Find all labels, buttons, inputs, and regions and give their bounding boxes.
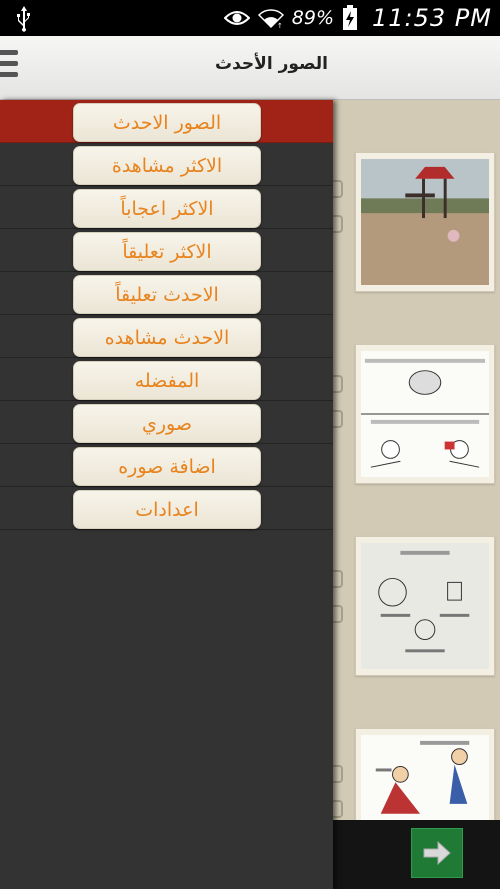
clock: 11:53 PM bbox=[372, 4, 492, 32]
comment-icon[interactable] bbox=[333, 800, 343, 818]
share-icon[interactable] bbox=[333, 180, 343, 198]
wifi-icon: ↑↓ bbox=[257, 9, 284, 29]
menu-item-favorites[interactable]: المفضله bbox=[73, 361, 261, 400]
battery-charging-icon bbox=[343, 5, 358, 30]
feed-card[interactable] bbox=[355, 344, 495, 484]
menu-item-my-photos[interactable]: صوري bbox=[73, 404, 261, 443]
menu-item-most-viewed[interactable]: الاكثر مشاهدة bbox=[73, 146, 261, 185]
comment-icon[interactable] bbox=[333, 605, 343, 623]
menu-item-most-liked[interactable]: الاكثر اعجاباً bbox=[73, 189, 261, 228]
image-feed bbox=[333, 100, 500, 889]
post-image bbox=[361, 543, 489, 670]
menu-item-add-photo[interactable]: اضافة صوره bbox=[73, 447, 261, 486]
menu-item-latest-commented[interactable]: الاحدث تعليقاً bbox=[73, 275, 261, 314]
share-icon[interactable] bbox=[333, 375, 343, 393]
comment-icon[interactable] bbox=[333, 410, 343, 428]
menu-item-most-commented[interactable]: الاكثر تعليقاً bbox=[73, 232, 261, 271]
feed-card[interactable] bbox=[355, 536, 495, 676]
post-image bbox=[361, 351, 489, 478]
eye-icon bbox=[223, 11, 250, 25]
action-bar: الصور الأحدث bbox=[0, 36, 500, 100]
arrow-right-icon bbox=[423, 840, 451, 866]
battery-percent: 89% bbox=[291, 7, 335, 29]
usb-icon bbox=[17, 6, 30, 32]
comment-icon[interactable] bbox=[333, 215, 343, 233]
share-icon[interactable] bbox=[333, 765, 343, 783]
status-bar: ↑↓ 89% 11:53 PM bbox=[0, 0, 500, 36]
navigation-drawer: الصور الاحدث الاكثر مشاهدة الاكثر اعجابا… bbox=[0, 100, 333, 889]
post-image bbox=[361, 159, 489, 286]
page-title: الصور الأحدث bbox=[215, 54, 328, 74]
share-icon[interactable] bbox=[333, 570, 343, 588]
menu-item-latest-photos[interactable]: الصور الاحدث bbox=[73, 103, 261, 142]
ad-banner bbox=[333, 820, 500, 889]
next-button[interactable] bbox=[411, 828, 463, 878]
hamburger-icon[interactable] bbox=[0, 50, 18, 86]
menu-item-settings[interactable]: اعدادات bbox=[73, 490, 261, 529]
menu-item-latest-viewed[interactable]: الاحدث مشاهده bbox=[73, 318, 261, 357]
svg-text:↑↓: ↑↓ bbox=[277, 22, 284, 29]
feed-card[interactable] bbox=[355, 152, 495, 292]
